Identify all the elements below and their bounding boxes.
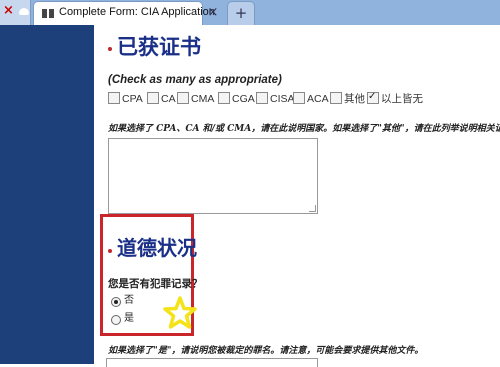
certificates-hint: (Check as many as appropriate) (108, 74, 282, 86)
close-tab-icon[interactable]: × (204, 3, 222, 23)
checkbox-aca[interactable]: ACA (293, 92, 329, 106)
checkbox-box[interactable] (218, 92, 230, 104)
certificates-note: 如果选择了 CPA、CA 和/或 CMA，请在此说明国家。如果选择了"其他"，请… (108, 124, 500, 134)
checkbox-cma[interactable]: CMA (177, 92, 214, 106)
ethics-title: 道德状况 (117, 236, 197, 260)
checkbox-box[interactable] (108, 92, 120, 104)
resize-grip-icon[interactable] (309, 205, 316, 212)
new-tab-button[interactable]: + (227, 1, 255, 26)
radio-yes-label: 是 (124, 313, 134, 324)
radio-no[interactable] (111, 297, 121, 307)
page-icon (42, 9, 54, 18)
active-tab[interactable]: Complete Form: CIA Application (33, 1, 215, 26)
browser-tab-bar: × Complete Form: CIA Application × + (0, 0, 500, 26)
checkbox-ca[interactable]: CA (147, 92, 176, 106)
offense-details-textarea[interactable] (106, 358, 318, 367)
ethics-note: 如果选择了"是"，请说明您被裁定的罪名。请注意，可能会要求提供其他文件。 (108, 346, 424, 356)
star-icon (163, 296, 197, 329)
radio-yes[interactable] (111, 315, 121, 325)
checkbox-none[interactable]: 以上皆无 (367, 90, 423, 106)
checkbox-box[interactable] (147, 92, 159, 104)
checkbox-box-checked[interactable] (367, 90, 379, 104)
tab-close-icon[interactable]: × (3, 3, 14, 19)
left-sidebar (0, 25, 94, 364)
checkbox-cga[interactable]: CGA (218, 92, 255, 106)
certificates-title: 已获证书 (117, 35, 201, 59)
radio-no-label: 否 (124, 295, 134, 306)
checkbox-box[interactable] (256, 92, 268, 104)
tab-title: Complete Form: CIA Application (59, 6, 215, 18)
checkbox-cpa[interactable]: CPA (108, 92, 143, 106)
checkbox-other[interactable]: 其他 (330, 92, 365, 106)
checkbox-cisa[interactable]: CISA (256, 92, 295, 106)
checkbox-box[interactable] (177, 92, 189, 104)
checkbox-box[interactable] (293, 92, 305, 104)
section-bullet (108, 249, 112, 253)
certificates-details-textarea[interactable] (108, 138, 318, 214)
previous-tab[interactable]: × (0, 0, 31, 25)
checkbox-box[interactable] (330, 92, 342, 104)
section-bullet (108, 47, 112, 51)
cloud-icon (19, 8, 29, 15)
criminal-record-question: 您是否有犯罪记录？ (108, 278, 203, 290)
